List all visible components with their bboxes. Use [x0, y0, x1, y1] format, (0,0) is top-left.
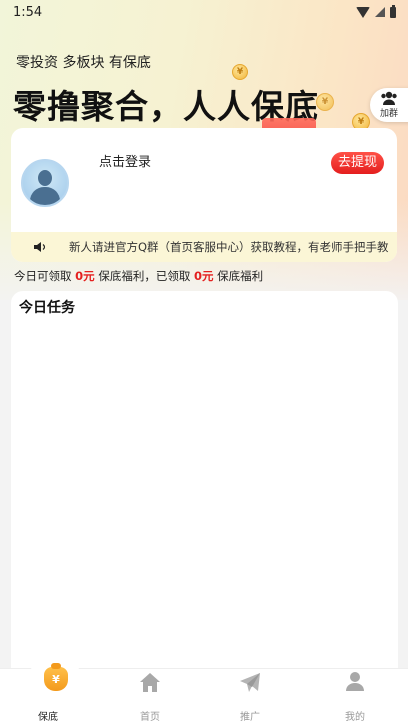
daily-suffix: 保底福利 — [217, 269, 264, 283]
notice-text: 新人请进官方Q群（首页客服中心）获取教程，有老师手把手教 — [69, 240, 389, 254]
status-bar: 1:54 — [0, 0, 408, 24]
tab-bar: ¥ 保底 首页 推广 我的 — [0, 658, 408, 725]
join-group-label: 加群 — [379, 109, 398, 119]
paper-plane-icon — [240, 673, 260, 692]
avatar[interactable] — [21, 159, 69, 207]
daily-prefix: 今日可领取 — [14, 269, 72, 283]
coin-icon: ¥ — [232, 64, 248, 80]
tab-label: 首页 — [140, 712, 160, 723]
tab-baodi[interactable]: ¥ 保底 — [8, 658, 88, 725]
status-time: 1:54 — [13, 4, 43, 20]
wifi-icon — [356, 6, 370, 18]
tab-label: 推广 — [240, 712, 260, 723]
group-icon — [381, 91, 397, 105]
speaker-icon — [34, 242, 46, 252]
tab-home[interactable]: 首页 — [110, 669, 190, 725]
daily-summary: 今日可领取 0元 保底福利，已领取 0元 保底福利 — [14, 268, 263, 284]
user-icon — [346, 672, 364, 691]
tasks-panel: 今日任务 — [11, 291, 398, 691]
tab-label: 保底 — [38, 712, 58, 723]
tab-mine[interactable]: 我的 — [315, 669, 395, 725]
withdraw-button[interactable]: 去提现 — [331, 152, 385, 174]
tab-promote[interactable]: 推广 — [210, 669, 290, 725]
tab-label: 我的 — [345, 712, 365, 723]
signal-icon — [375, 7, 385, 17]
money-bag-icon: ¥ — [44, 663, 68, 691]
daily-middle: 保底福利，已领取 — [98, 269, 191, 283]
received-amount: 0元 — [193, 269, 214, 283]
today-amount: 0元 — [75, 269, 95, 283]
join-group-button[interactable]: 加群 — [370, 88, 408, 122]
notice-bar[interactable]: 新人请进官方Q群（首页客服中心）获取教程，有老师手把手教 — [11, 232, 397, 262]
home-icon — [140, 673, 160, 692]
tasks-title: 今日任务 — [19, 300, 75, 316]
account-card: 点击登录 去提现 新人请进官方Q群（首页客服中心）获取教程，有老师手把手教 — [11, 128, 397, 262]
login-link[interactable]: 点击登录 — [99, 151, 151, 170]
status-icons — [356, 4, 396, 18]
coin-icon: ¥ — [316, 93, 334, 111]
battery-icon — [390, 4, 396, 18]
hero-tagline: 零投资 多板块 有保底 — [16, 55, 151, 71]
